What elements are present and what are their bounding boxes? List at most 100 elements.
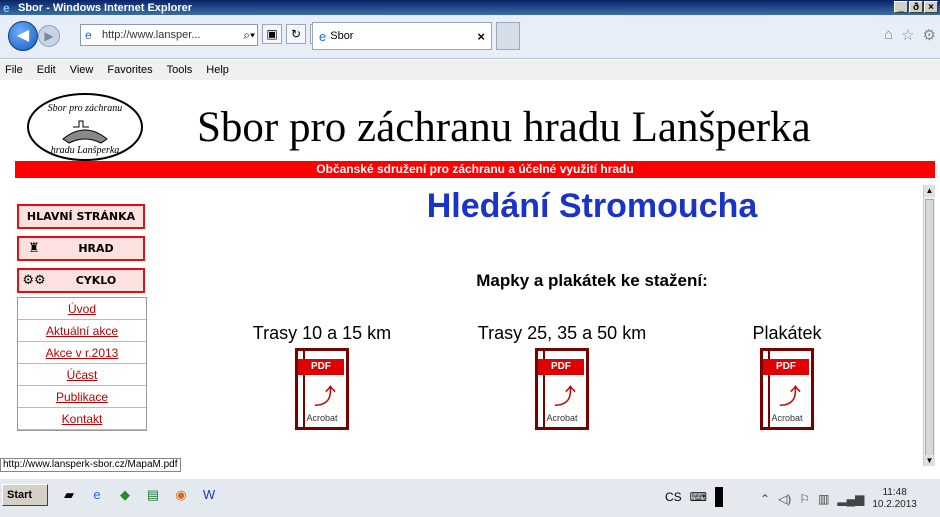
download-label[interactable]: Trasy 10 a 15 km xyxy=(237,323,407,344)
clock[interactable]: 11:48 10.2.2013 xyxy=(872,487,917,511)
volume-icon[interactable]: ◁) xyxy=(778,492,791,506)
menu-favorites[interactable]: Favorites xyxy=(107,64,152,76)
window-title: Sbor - Windows Internet Explorer xyxy=(18,1,193,14)
menu-view[interactable]: View xyxy=(70,64,94,76)
site-title: Sbor pro záchranu hradu Lanšperka xyxy=(197,104,811,151)
nav-home[interactable]: HLAVNÍ STRÁNKA xyxy=(17,204,145,229)
new-tab-button[interactable] xyxy=(496,22,520,50)
forward-icon[interactable]: ▶ xyxy=(38,25,60,47)
vertical-scrollbar[interactable]: ▲ ▼ xyxy=(923,185,935,466)
close-window-button[interactable]: × xyxy=(924,1,938,13)
pdf-badge: PDF xyxy=(763,359,809,375)
acrobat-swirl-icon: ⤴ xyxy=(779,384,802,409)
download-plakatek[interactable]: Plakátek PDF ⤴ Acrobat xyxy=(737,323,837,430)
nav-hrad-label: HRAD xyxy=(78,242,114,255)
taskbar: Start ▰ e ◆ ▤ ◉ W CS ⌨ ⌃ ◁) ⚐ ▥ ▂▄▆ 11:4… xyxy=(0,478,940,517)
menu-bar: File Edit View Favorites Tools Help xyxy=(0,60,940,80)
ie-icon: e xyxy=(3,0,10,15)
nav-hrad[interactable]: ♜ HRAD xyxy=(17,236,145,261)
download-trasy-25-50[interactable]: Trasy 25, 35 a 50 km PDF ⤴ Acrobat xyxy=(462,323,662,430)
acrobat-swirl-icon: ⤴ xyxy=(314,384,337,409)
download-label[interactable]: Plakátek xyxy=(737,323,837,344)
status-url: http://www.lansperk-sbor.cz/MapaM.pdf xyxy=(0,458,181,472)
browser-right-icons: ⌂ ☆ ⚙ xyxy=(884,26,936,44)
pdf-badge: PDF xyxy=(538,359,584,375)
nav-link-kontakt[interactable]: Kontakt xyxy=(18,408,146,430)
word-icon[interactable]: W xyxy=(200,486,218,504)
tray-separator xyxy=(715,487,723,507)
site-subtitle: Občanské sdružení pro záchranu a účelné … xyxy=(15,161,935,178)
ie-page-icon: e xyxy=(85,28,92,42)
chart-app-icon[interactable]: ▤ xyxy=(144,486,162,504)
system-tray: ⌃ ◁) ⚐ ▥ ▂▄▆ 11:48 10.2.2013 xyxy=(760,484,930,514)
signal-icon[interactable]: ▂▄▆ xyxy=(837,492,864,506)
castle-icon: ♜ xyxy=(28,241,40,256)
ie-taskbar-icon[interactable]: e xyxy=(88,486,106,504)
download-label[interactable]: Trasy 25, 35 a 50 km xyxy=(462,323,662,344)
search-icon[interactable]: ⌕▾ xyxy=(243,28,257,43)
nav-home-label: HLAVNÍ STRÁNKA xyxy=(26,210,136,223)
media-icon[interactable]: ◉ xyxy=(172,486,190,504)
nav-link-akce-2013[interactable]: Akce v r.2013 xyxy=(18,342,146,364)
start-button[interactable]: Start xyxy=(2,484,48,506)
pdf-icon[interactable]: PDF ⤴ Acrobat xyxy=(295,348,349,430)
tab-sbor[interactable]: e Sbor × xyxy=(312,22,492,50)
pdf-icon[interactable]: PDF ⤴ Acrobat xyxy=(535,348,589,430)
acrobat-label: Acrobat xyxy=(306,413,338,423)
quick-launch: ▰ e ◆ ▤ ◉ W xyxy=(60,486,218,504)
nav-link-aktualni-akce[interactable]: Aktuální akce xyxy=(18,320,146,342)
close-tab-icon[interactable]: × xyxy=(477,29,485,44)
language-indicator[interactable]: CS xyxy=(665,490,682,504)
nav-sublinks: Úvod Aktuální akce Akce v r.2013 Účast P… xyxy=(17,297,147,431)
clock-time: 11:48 xyxy=(882,487,907,498)
nav-link-uvod[interactable]: Úvod xyxy=(18,298,146,320)
acrobat-swirl-icon: ⤴ xyxy=(554,384,577,409)
minimize-button[interactable]: _ xyxy=(894,1,908,13)
menu-edit[interactable]: Edit xyxy=(37,64,56,76)
window-titlebar: e Sbor - Windows Internet Explorer _ ð × xyxy=(0,0,940,15)
flag-icon[interactable]: ⚐ xyxy=(799,492,810,506)
gear-icon[interactable]: ⚙ xyxy=(923,26,936,44)
ie-tab-icon: e xyxy=(319,28,327,44)
page-subheading: Mapky a plakátek ke stažení: xyxy=(476,271,708,290)
window-controls: _ ð × xyxy=(894,1,938,13)
keyboard-icon[interactable]: ⌨ xyxy=(690,490,707,504)
page-content: Sbor pro záchranu hradu Lanšperka Sbor p… xyxy=(7,81,935,466)
bicycle-icon: ⚙⚙ xyxy=(22,273,46,288)
nav-cyklo-label: CYKLO xyxy=(75,274,117,287)
browser-navbar: ◀ ▶ e http://www.lansper... ⌕▾ ▣ ↻ ✕ e S… xyxy=(0,15,940,59)
star-icon[interactable]: ☆ xyxy=(901,26,914,44)
svg-text:Sbor pro záchranu: Sbor pro záchranu xyxy=(48,103,123,114)
address-url[interactable]: http://www.lansper... xyxy=(102,29,200,41)
pdf-badge: PDF xyxy=(298,359,344,375)
address-bar[interactable]: e http://www.lansper... ⌕▾ xyxy=(80,24,258,46)
back-icon[interactable]: ◀ xyxy=(8,21,38,51)
network-icon[interactable]: ▥ xyxy=(818,492,829,506)
menu-file[interactable]: File xyxy=(5,64,23,76)
app-icon[interactable]: ◆ xyxy=(116,486,134,504)
clock-date: 10.2.2013 xyxy=(872,499,917,510)
scroll-up-icon[interactable]: ▲ xyxy=(924,185,935,197)
menu-tools[interactable]: Tools xyxy=(167,64,193,76)
refresh-icon[interactable]: ↻ xyxy=(286,24,306,44)
nav-link-publikace[interactable]: Publikace xyxy=(18,386,146,408)
scroll-down-icon[interactable]: ▼ xyxy=(924,455,935,466)
site-logo[interactable]: Sbor pro záchranu hradu Lanšperka xyxy=(25,91,145,163)
folder-icon[interactable]: ▰ xyxy=(60,486,78,504)
menu-help[interactable]: Help xyxy=(206,64,229,76)
maximize-button[interactable]: ð xyxy=(909,1,923,13)
acrobat-label: Acrobat xyxy=(546,413,578,423)
pdf-icon[interactable]: PDF ⤴ Acrobat xyxy=(760,348,814,430)
tab-label: Sbor xyxy=(330,30,354,42)
scroll-thumb[interactable] xyxy=(925,199,934,459)
show-hidden-icon[interactable]: ⌃ xyxy=(760,492,770,506)
svg-text:hradu Lanšperka: hradu Lanšperka xyxy=(51,145,120,156)
acrobat-label: Acrobat xyxy=(771,413,803,423)
nav-cyklo[interactable]: ⚙⚙ CYKLO xyxy=(17,268,145,293)
nav-link-ucast[interactable]: Účast xyxy=(18,364,146,386)
page-heading: Hledání Stromoucha xyxy=(426,187,758,225)
tray-language: CS ⌨ xyxy=(665,487,723,507)
compat-view-icon[interactable]: ▣ xyxy=(262,24,282,44)
home-icon[interactable]: ⌂ xyxy=(884,26,893,44)
download-trasy-10-15[interactable]: Trasy 10 a 15 km PDF ⤴ Acrobat xyxy=(237,323,407,430)
